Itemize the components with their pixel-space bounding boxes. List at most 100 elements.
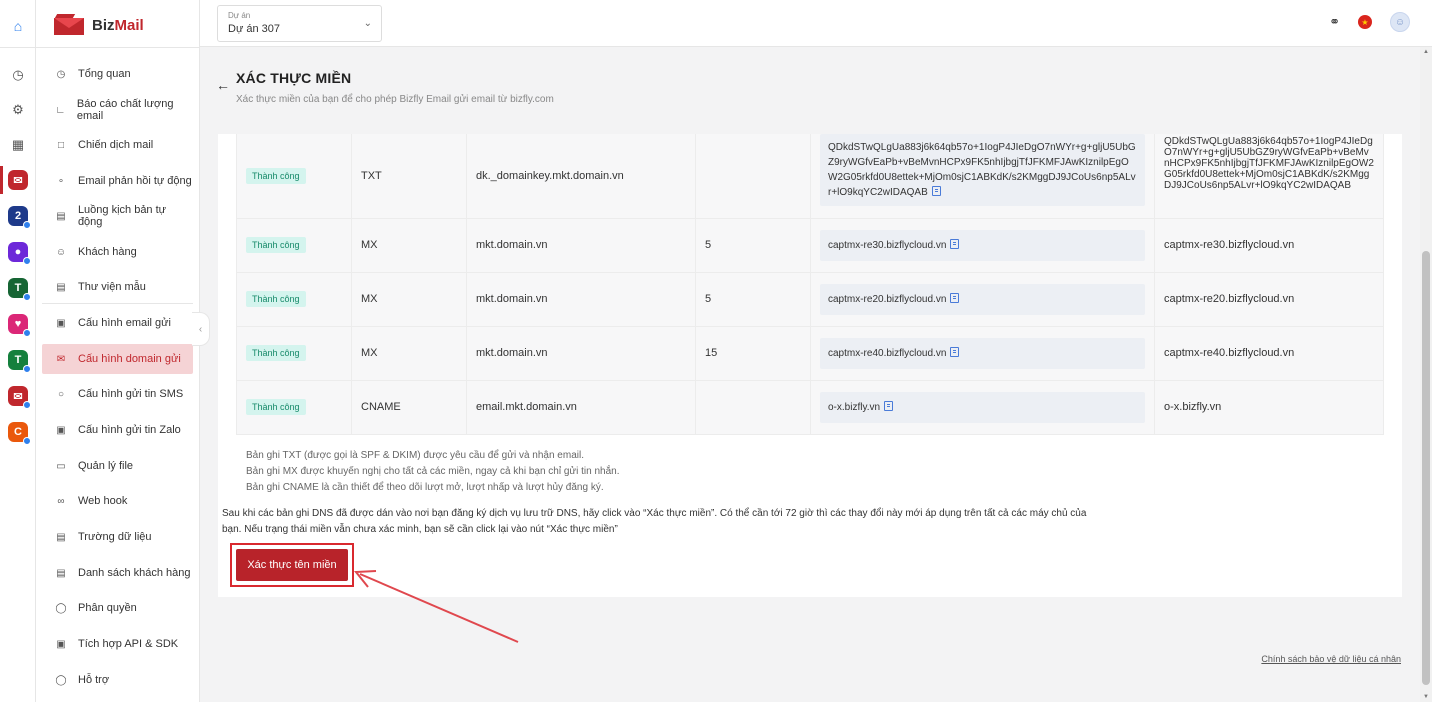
mailbox-icon: ▣ xyxy=(56,317,66,329)
note-txt: Bản ghi TXT (được gọi là SPF & DKIM) đượ… xyxy=(246,450,584,461)
document-icon: ▤ xyxy=(56,531,66,543)
nav-item-email-quality-report[interactable]: ∟ Báo cáo chất lượng email xyxy=(42,95,193,125)
webhook-icon: ∞ xyxy=(57,495,65,507)
brand-name: BizMail xyxy=(92,16,144,34)
record-host: mkt.domain.vn xyxy=(466,272,696,327)
copy-icon[interactable] xyxy=(950,346,960,357)
nav-item-api-sdk[interactable]: ▣ Tích hợp API & SDK xyxy=(42,629,193,659)
sidebar-collapse-button[interactable]: ‹ xyxy=(192,312,210,346)
flow-icon: ∘ xyxy=(57,175,65,187)
record-priority xyxy=(695,134,811,219)
record-value-box: captmx-re20.bizflycloud.vn xyxy=(820,283,1145,315)
nav-divider xyxy=(42,303,193,304)
app-icon-2[interactable]: 2 xyxy=(0,199,36,233)
copy-icon[interactable] xyxy=(884,400,894,411)
page-subtitle: Xác thực miền của bạn để cho phép Bizfly… xyxy=(236,94,554,105)
nav-item-template-library[interactable]: ▤ Thư viện mẫu xyxy=(42,272,193,302)
nav-item-customer-list[interactable]: ▤ Danh sách khách hàng xyxy=(42,558,193,588)
record-type: MX xyxy=(351,326,467,381)
project-select[interactable]: Dự án Dự án 307 ⌄ xyxy=(217,5,382,42)
nav-item-sms-config[interactable]: ○ Cấu hình gửi tin SMS xyxy=(42,379,193,409)
current-value: captmx-re30.bizflycloud.vn xyxy=(1154,218,1384,273)
scroll-up-icon[interactable]: ▲ xyxy=(1423,49,1429,55)
page-title: XÁC THỰC MIỀN xyxy=(236,70,352,86)
nav-item-automation-flow[interactable]: ▤ Luồng kịch bản tự động xyxy=(42,201,193,231)
scrollbar-thumb[interactable] xyxy=(1422,251,1430,685)
brand-logo[interactable]: BizMail xyxy=(54,12,144,38)
nav-item-zalo-config[interactable]: ▣ Cấu hình gửi tin Zalo xyxy=(42,415,193,445)
users-icon: ☺ xyxy=(55,246,67,258)
record-value-box: captmx-re30.bizflycloud.vn xyxy=(820,229,1145,261)
page-scrollbar[interactable]: ▲ ▼ xyxy=(1420,47,1432,702)
current-value: QDkdSTwQLgUa883j6k64qb57o+1IogP4JIeDgO7n… xyxy=(1164,136,1374,191)
settings-icon[interactable]: ⚙ xyxy=(0,93,36,127)
record-priority xyxy=(695,380,811,435)
apps-grid-icon[interactable]: ▦ xyxy=(0,128,36,162)
record-host: email.mkt.domain.vn xyxy=(466,380,696,435)
app-icon-3[interactable]: ● xyxy=(0,235,36,269)
shield-icon: ◯ xyxy=(55,602,67,614)
message-icon: ▣ xyxy=(56,424,66,436)
table-row: Thành công MX mkt.domain.vn 15 captmx-re… xyxy=(236,326,1384,381)
current-value: captmx-re20.bizflycloud.vn xyxy=(1154,272,1384,327)
nav-item-support[interactable]: ◯ Hỗ trợ xyxy=(42,665,193,695)
folder-icon: ▭ xyxy=(56,460,66,472)
nav-item-customers[interactable]: ☺ Khách hàng xyxy=(42,237,193,267)
project-select-label: Dự án xyxy=(228,11,251,20)
dns-records-table: Thành công TXT dk._domainkey.mkt.domain.… xyxy=(236,134,1384,435)
mail-icon: ✉ xyxy=(56,353,66,365)
app-icon-4[interactable]: T xyxy=(0,271,36,305)
nav-item-mail-campaign[interactable]: □ Chiến dịch mail xyxy=(42,130,193,160)
chart-icon: ∟ xyxy=(55,104,66,116)
record-priority: 5 xyxy=(695,272,811,327)
app-icon-5[interactable]: ♥ xyxy=(0,307,36,341)
table-row: Thành công TXT dk._domainkey.mkt.domain.… xyxy=(236,134,1384,219)
nav-item-domain-config[interactable]: ✉ Cấu hình domain gửi xyxy=(42,344,193,374)
verify-domain-button[interactable]: Xác thực tên miền xyxy=(236,549,348,581)
record-value: QDkdSTwQLgUa883j6k64qb57o+1IogP4JIeDgO7n… xyxy=(828,142,1136,198)
copy-icon[interactable] xyxy=(950,292,960,303)
record-value: captmx-re30.bizflycloud.vn xyxy=(828,239,947,251)
nav-item-permissions[interactable]: ◯ Phân quyền xyxy=(42,593,193,623)
copy-icon[interactable] xyxy=(950,238,960,249)
record-value-box: QDkdSTwQLgUa883j6k64qb57o+1IogP4JIeDgO7n… xyxy=(820,134,1145,206)
chat-icon: ○ xyxy=(57,388,65,400)
record-value: captmx-re40.bizflycloud.vn xyxy=(828,347,947,359)
home-icon[interactable]: ⌂ xyxy=(10,18,26,34)
nav-item-webhook[interactable]: ∞ Web hook xyxy=(42,486,193,516)
project-select-value: Dự án 307 xyxy=(228,23,281,35)
verification-info-text: Sau khi các bản ghi DNS đã được dán vào … xyxy=(222,508,1087,535)
copy-icon[interactable] xyxy=(931,186,941,196)
privacy-policy-link[interactable]: Chính sách bảo vệ dữ liệu cá nhân xyxy=(1261,654,1401,664)
sidebar: BizMail ◷ Tổng quan ∟ Báo cáo chất lượng e… xyxy=(36,0,200,702)
avatar[interactable]: ☺ xyxy=(1390,12,1410,32)
app-rail: ⌂ ◷ ⚙ ▦ ✉ 2 ● T ♥ T ✉ C xyxy=(0,0,36,702)
record-type: MX xyxy=(351,272,467,327)
nav-item-auto-reply[interactable]: ∘ Email phản hồi tự động xyxy=(42,166,193,196)
nav-item-sender-email-config[interactable]: ▣ Cấu hình email gửi xyxy=(42,308,193,338)
record-host: mkt.domain.vn xyxy=(466,326,696,381)
app-icon-6[interactable]: T xyxy=(0,343,36,377)
rail-divider xyxy=(0,47,36,48)
back-arrow-icon[interactable]: ← xyxy=(216,77,230,93)
domain-verification-card: Thành công TXT dk._domainkey.mkt.domain.… xyxy=(218,134,1402,597)
status-badge: Thành công xyxy=(246,237,306,253)
top-bar: Dự án Dự án 307 ⌄ ⚭ ★ ☺ xyxy=(200,0,1432,47)
status-badge: Thành công xyxy=(246,291,306,307)
bizmail-app-icon[interactable]: ✉ xyxy=(0,163,36,197)
dashboard-icon[interactable]: ◷ xyxy=(0,58,36,92)
support-headset-icon[interactable]: ⚭ xyxy=(1329,14,1340,30)
scroll-down-icon[interactable]: ▼ xyxy=(1423,694,1429,700)
app-icon-8[interactable]: C xyxy=(0,415,36,449)
nav-item-data-fields[interactable]: ▤ Trường dữ liệu xyxy=(42,522,193,552)
record-host: dk._domainkey.mkt.domain.vn xyxy=(466,134,696,219)
annotation-arrow-icon xyxy=(353,570,519,643)
nav-item-file-manager[interactable]: ▭ Quản lý file xyxy=(42,451,193,481)
vietnam-flag-icon[interactable]: ★ xyxy=(1358,15,1372,29)
envelope-logo-icon xyxy=(54,14,84,36)
app-icon-7[interactable]: ✉ xyxy=(0,379,36,413)
template-icon: ▤ xyxy=(56,281,66,293)
record-type: TXT xyxy=(351,134,467,219)
nav-item-overview[interactable]: ◷ Tổng quan xyxy=(42,59,193,89)
current-value: captmx-re40.bizflycloud.vn xyxy=(1154,326,1384,381)
